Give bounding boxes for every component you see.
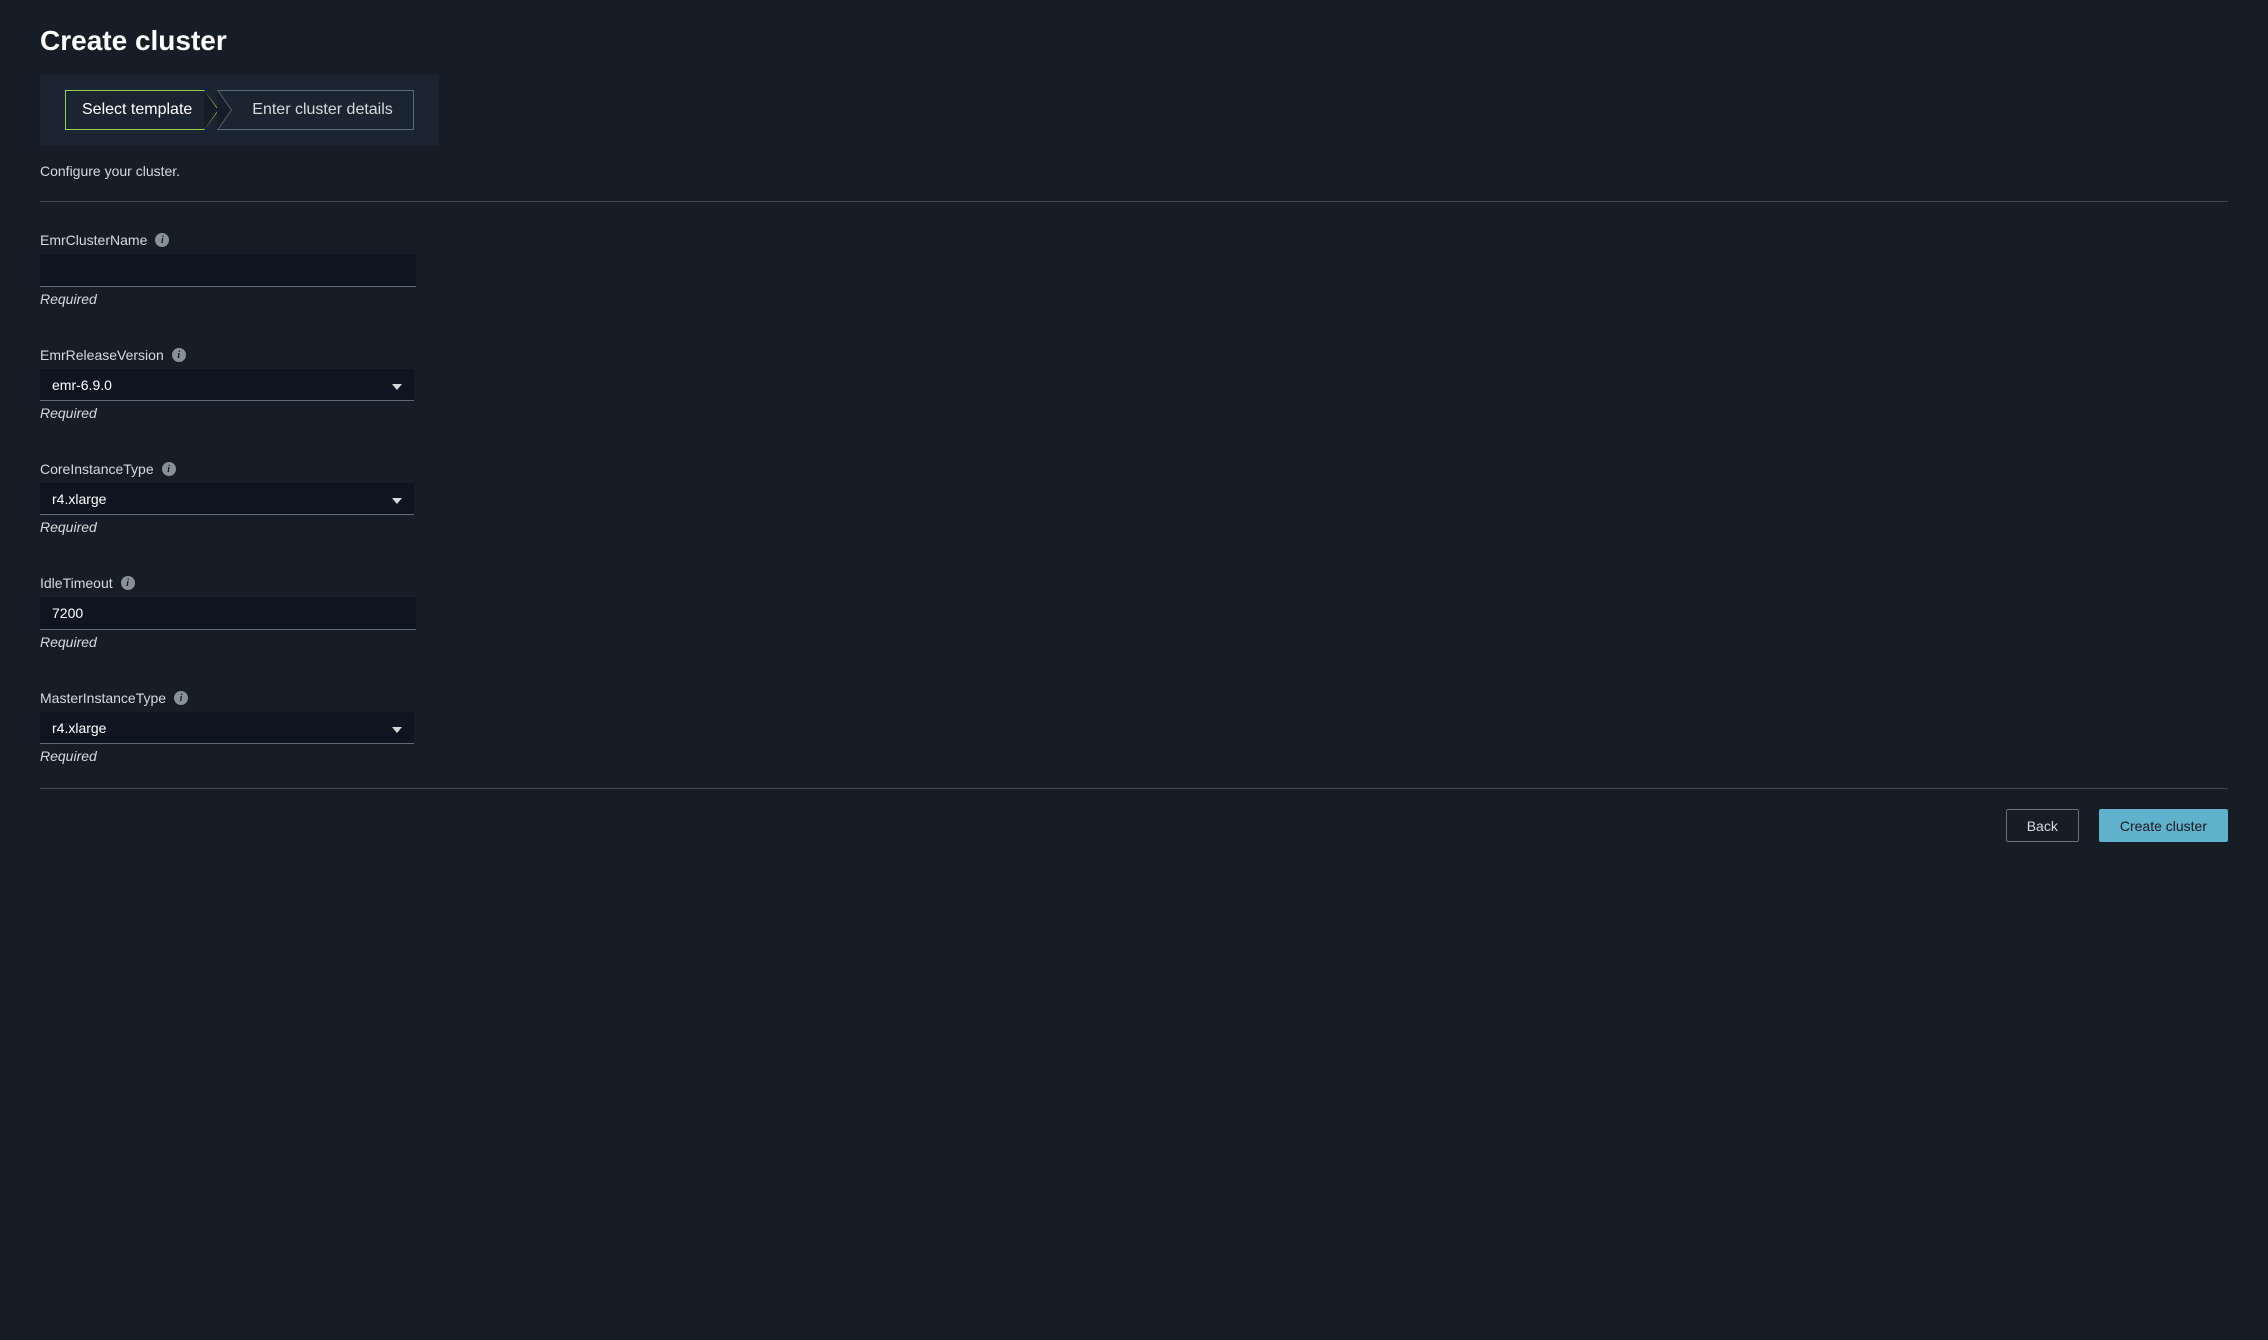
core-instance-type-select[interactable]: r4.xlarge [40,483,414,515]
required-hint: Required [40,519,2228,535]
field-label: EmrReleaseVersion [40,347,164,363]
master-instance-type-select[interactable]: r4.xlarge [40,712,414,744]
form-section: EmrClusterName i Required EmrReleaseVers… [40,212,2228,764]
field-label: EmrClusterName [40,232,147,248]
field-emr-release-version: EmrReleaseVersion i emr-6.9.0 Required [40,347,2228,421]
idle-timeout-input[interactable] [40,597,416,630]
field-label: MasterInstanceType [40,690,166,706]
info-icon[interactable]: i [174,691,188,705]
page-title: Create cluster [40,25,2228,57]
field-master-instance-type: MasterInstanceType i r4.xlarge Required [40,690,2228,764]
create-cluster-button[interactable]: Create cluster [2099,809,2228,842]
emr-cluster-name-input[interactable] [40,254,416,287]
emr-release-version-select[interactable]: emr-6.9.0 [40,369,414,401]
step-enter-cluster-details[interactable]: Enter cluster details [217,90,414,130]
info-icon[interactable]: i [121,576,135,590]
required-hint: Required [40,405,2228,421]
info-icon[interactable]: i [155,233,169,247]
divider [40,201,2228,202]
field-label: IdleTimeout [40,575,113,591]
field-idle-timeout: IdleTimeout i Required [40,575,2228,650]
footer-actions: Back Create cluster [40,809,2228,842]
field-core-instance-type: CoreInstanceType i r4.xlarge Required [40,461,2228,535]
stepper: Select template Enter cluster details [65,90,414,130]
required-hint: Required [40,291,2228,307]
field-label: CoreInstanceType [40,461,154,477]
back-button[interactable]: Back [2006,809,2079,842]
step-label: Enter cluster details [252,101,393,119]
required-hint: Required [40,748,2228,764]
step-select-template[interactable]: Select template [65,90,205,130]
info-icon[interactable]: i [172,348,186,362]
stepper-container: Select template Enter cluster details [40,75,439,145]
field-emr-cluster-name: EmrClusterName i Required [40,232,2228,307]
divider [40,788,2228,789]
step-label: Select template [82,101,192,119]
required-hint: Required [40,634,2228,650]
page-description: Configure your cluster. [40,163,2228,179]
info-icon[interactable]: i [162,462,176,476]
